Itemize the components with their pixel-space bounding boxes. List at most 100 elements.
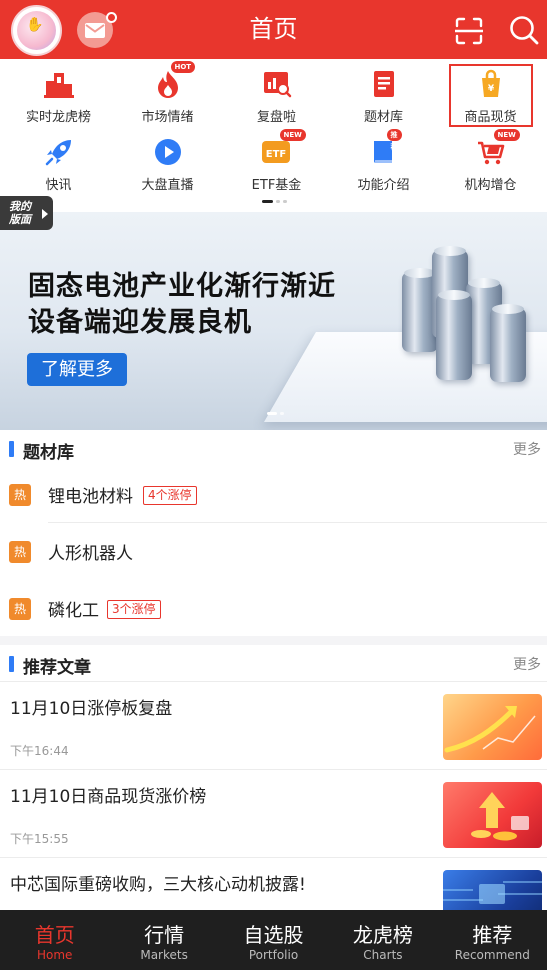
tab-sublabel: Home bbox=[36, 948, 73, 962]
scan-icon[interactable] bbox=[455, 17, 483, 45]
tab-charts[interactable]: 龙虎榜 Charts bbox=[328, 910, 437, 970]
menu-item-flash-news[interactable]: 快讯 bbox=[4, 127, 113, 193]
menu-label: 机构增仓 bbox=[464, 178, 517, 193]
section-accent-bar bbox=[9, 441, 14, 457]
menu-item-etf-fund[interactable]: ETF NEW ETF基金 bbox=[222, 127, 331, 193]
article-title: 中芯国际重磅收购，三大核心动机披露! bbox=[10, 875, 306, 895]
menu-item-live-market[interactable]: 大盘直播 bbox=[113, 127, 222, 193]
menu-label: 功能介绍 bbox=[357, 178, 410, 193]
flame-icon bbox=[157, 71, 178, 98]
promo-banner[interactable]: 固态电池产业化渐行渐近 设备端迎发展良机 了解更多 bbox=[0, 212, 547, 430]
chart-search-icon bbox=[263, 72, 291, 98]
search-icon[interactable] bbox=[509, 15, 539, 45]
tab-sublabel: Charts bbox=[363, 948, 403, 962]
article-time: 下午16:44 bbox=[10, 744, 69, 758]
tab-home[interactable]: 首页 Home bbox=[0, 910, 109, 970]
document-icon bbox=[373, 71, 394, 97]
limit-up-badge: 3个涨停 bbox=[107, 600, 161, 619]
etf-icon: ETF bbox=[261, 141, 290, 163]
home-screen: 首页 ✋ 实时龙虎榜 HOT 市场情绪 复盘啦 题材库 ¥ 商品现货 快讯 大盘… bbox=[0, 0, 547, 970]
tab-portfolio[interactable]: 自选股 Portfolio bbox=[219, 910, 328, 970]
cart-icon-wrap: NEW bbox=[476, 129, 520, 167]
trend-arrow-icon bbox=[444, 706, 536, 753]
book-icon-wrap: 推荐 bbox=[369, 129, 402, 167]
tab-sublabel: Portfolio bbox=[248, 948, 299, 962]
mail-icon bbox=[85, 22, 105, 38]
page-dot bbox=[283, 200, 287, 203]
section-header: 题材库 更多 bbox=[0, 430, 547, 466]
battery-illustration bbox=[436, 290, 472, 380]
article-thumbnail bbox=[443, 782, 542, 848]
topic-name: 磷化工 bbox=[48, 601, 99, 621]
unread-dot bbox=[106, 12, 117, 23]
chevron-right-icon bbox=[42, 209, 48, 219]
my-layout-button[interactable]: 我的 版面 bbox=[0, 196, 53, 230]
hot-badge: 热 bbox=[9, 484, 31, 506]
topic-name: 人形机器人 bbox=[48, 544, 133, 564]
menu-item-market-sentiment[interactable]: HOT 市场情绪 bbox=[113, 59, 222, 125]
learn-more-button[interactable]: 了解更多 bbox=[27, 353, 127, 386]
top-header: 首页 ✋ bbox=[0, 0, 547, 59]
avatar[interactable]: ✋ bbox=[11, 5, 62, 56]
menu-item-topic-library[interactable]: 题材库 bbox=[329, 59, 438, 125]
menu-label: 大盘直播 bbox=[141, 178, 194, 193]
topic-row[interactable]: 热 人形机器人 bbox=[0, 523, 547, 580]
article-item[interactable]: 中芯国际重磅收购，三大核心动机披露! bbox=[0, 858, 547, 910]
topic-name: 锂电池材料 bbox=[48, 487, 133, 507]
chip-icon bbox=[443, 881, 542, 904]
section-accent-bar bbox=[9, 656, 14, 672]
podium-icon bbox=[43, 73, 74, 98]
section-title: 题材库 bbox=[23, 443, 74, 463]
menu-page-indicator bbox=[262, 200, 287, 203]
page-dot-active bbox=[267, 412, 277, 415]
svg-text:ETF: ETF bbox=[265, 149, 285, 160]
menu-item-institution-increase[interactable]: NEW 机构增仓 bbox=[436, 127, 545, 193]
rocket-icon bbox=[45, 140, 71, 166]
banner-subheadline: 设备端迎发展良机 bbox=[28, 307, 252, 338]
section-header: 推荐文章 更多 bbox=[0, 645, 547, 681]
tab-label: 推荐 bbox=[472, 923, 513, 947]
recommended-articles-section: 推荐文章 更多 11月10日涨停板复盘 下午16:44 11月10日商品现货涨价… bbox=[0, 645, 547, 910]
avatar-hand-icon: ✋ bbox=[26, 17, 44, 33]
article-thumbnail bbox=[443, 870, 542, 910]
etf-icon-wrap: ETF NEW bbox=[261, 129, 306, 167]
article-title: 11月10日商品现货涨价榜 bbox=[10, 787, 207, 807]
topic-row[interactable]: 热 磷化工 3个涨停 bbox=[0, 580, 547, 637]
hot-badge: 热 bbox=[9, 541, 31, 563]
tab-label: 首页 bbox=[34, 923, 75, 947]
topic-row[interactable]: 热 锂电池材料 4个涨停 bbox=[0, 466, 547, 523]
more-link[interactable]: 更多 bbox=[513, 439, 541, 459]
bottom-tab-bar: 首页 Home 行情 Markets 自选股 Portfolio 龙虎榜 Cha… bbox=[0, 910, 547, 970]
limit-up-badge: 4个涨停 bbox=[143, 486, 197, 505]
menu-item-realtime-ranking[interactable]: 实时龙虎榜 bbox=[4, 59, 113, 125]
flame-icon-wrap: HOT bbox=[153, 61, 196, 99]
article-item[interactable]: 11月10日涨停板复盘 下午16:44 bbox=[0, 682, 547, 770]
new-tag: NEW bbox=[279, 129, 306, 141]
menu-label: ETF基金 bbox=[251, 178, 302, 193]
more-link[interactable]: 更多 bbox=[513, 654, 541, 674]
menu-label: 题材库 bbox=[363, 110, 403, 125]
tab-label: 行情 bbox=[144, 923, 185, 947]
menu-item-review[interactable]: 复盘啦 bbox=[222, 59, 331, 125]
menu-item-feature-intro[interactable]: 推荐 功能介绍 bbox=[329, 127, 438, 193]
play-icon bbox=[154, 139, 181, 165]
menu-label: 实时龙虎榜 bbox=[25, 110, 91, 125]
tab-sublabel: Recommend bbox=[454, 948, 530, 962]
tab-recommend[interactable]: 推荐 Recommend bbox=[438, 910, 547, 970]
menu-label: 市场情绪 bbox=[141, 110, 194, 125]
tab-markets[interactable]: 行情 Markets bbox=[109, 910, 218, 970]
tab-sublabel: Markets bbox=[140, 948, 188, 962]
tab-label: 自选股 bbox=[243, 923, 304, 947]
article-item[interactable]: 11月10日商品现货涨价榜 下午15:55 bbox=[0, 770, 547, 858]
banner-headline: 固态电池产业化渐行渐近 bbox=[28, 271, 336, 302]
hot-badge: 热 bbox=[9, 598, 31, 620]
page-dot-active bbox=[262, 200, 273, 203]
page-dot bbox=[280, 412, 284, 415]
topic-library-section: 题材库 更多 热 锂电池材料 4个涨停 热 人形机器人 热 磷化工 3个涨停 bbox=[0, 430, 547, 636]
page-dot bbox=[276, 200, 280, 203]
new-tag: NEW bbox=[493, 129, 520, 141]
cart-icon bbox=[477, 141, 504, 165]
hot-tag: HOT bbox=[170, 61, 196, 73]
tab-label: 龙虎榜 bbox=[352, 923, 413, 947]
section-title: 推荐文章 bbox=[23, 658, 91, 678]
